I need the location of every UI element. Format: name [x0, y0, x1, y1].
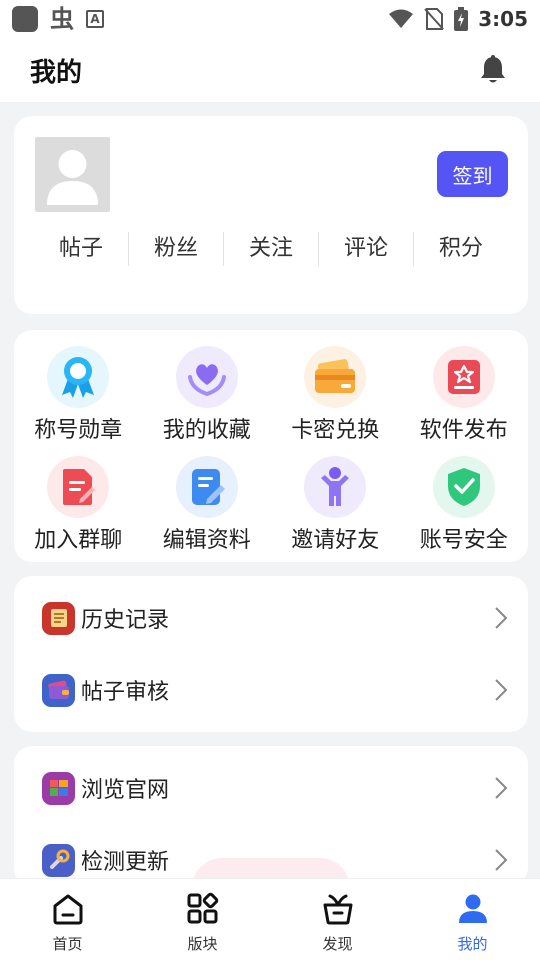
chevron-right-icon [495, 679, 508, 701]
home-icon [50, 891, 86, 927]
profile-stats: 帖子 粉丝 关注 评论 积分 [34, 232, 508, 266]
feature-title-medal[interactable]: 称号勋章 [14, 346, 143, 444]
publish-icon [432, 346, 495, 408]
document-icon [47, 456, 110, 518]
wifi-icon [389, 9, 414, 28]
nav-label: 版块 [187, 935, 218, 953]
menu-item-label: 检测更新 [81, 850, 170, 875]
checkin-button[interactable]: 签到 [437, 151, 508, 197]
default-avatar-icon [47, 150, 98, 205]
status-bar: 虫 A 3:05 [0, 0, 540, 38]
discover-icon [320, 891, 356, 927]
menu-item-label: 历史记录 [81, 608, 170, 633]
update-icon [42, 843, 75, 877]
feature-label: 账号安全 [419, 528, 508, 553]
menu-item-post-review[interactable]: 帖子审核 [14, 654, 528, 726]
stat-comments[interactable]: 评论 [318, 232, 413, 266]
feature-label: 加入群聊 [34, 528, 123, 553]
bug-notification-icon: 虫 [50, 5, 74, 33]
chevron-right-icon [495, 777, 508, 799]
no-sim-icon [424, 8, 444, 30]
feature-card-redeem[interactable]: 卡密兑换 [271, 346, 400, 444]
card-icon [304, 346, 367, 408]
feature-grid-card: 称号勋章 我的收藏 卡密兑换 软件发布 加入群聊 编辑资料 邀请好友 账号安全 [14, 330, 528, 562]
nav-discover[interactable]: 发现 [270, 879, 405, 960]
page-title: 我的 [30, 57, 83, 88]
battery-charging-icon [454, 7, 469, 31]
user-icon [455, 891, 491, 927]
profile-card: 签到 帖子 粉丝 关注 评论 积分 [14, 116, 528, 314]
feature-label: 邀请好友 [291, 528, 380, 553]
stat-posts[interactable]: 帖子 [34, 232, 128, 266]
app-header: 我的 [0, 38, 540, 102]
website-icon [42, 771, 75, 805]
feature-label: 我的收藏 [162, 418, 251, 443]
person-icon [304, 456, 367, 518]
nav-home[interactable]: 首页 [0, 879, 135, 960]
blocks-icon [185, 891, 221, 927]
feature-publish-software[interactable]: 软件发布 [400, 346, 529, 444]
clock-time: 3:05 [478, 7, 528, 31]
feature-label: 编辑资料 [162, 528, 251, 553]
menu-item-label: 浏览官网 [81, 778, 170, 803]
chevron-right-icon [495, 607, 508, 629]
feature-account-security[interactable]: 账号安全 [400, 456, 529, 554]
history-icon [42, 601, 75, 635]
app-notification-icon [12, 6, 38, 32]
notification-bell-button[interactable] [476, 53, 510, 87]
stat-points[interactable]: 积分 [413, 232, 508, 266]
nav-label: 发现 [322, 935, 353, 953]
feature-invite-friends[interactable]: 邀请好友 [271, 456, 400, 554]
medal-icon [47, 346, 110, 408]
feature-grid: 称号勋章 我的收藏 卡密兑换 软件发布 加入群聊 编辑资料 邀请好友 账号安全 [14, 346, 528, 554]
menu-item-history[interactable]: 历史记录 [14, 582, 528, 654]
feature-join-group[interactable]: 加入群聊 [14, 456, 143, 554]
feature-label: 称号勋章 [34, 418, 123, 443]
nav-label: 首页 [52, 935, 83, 953]
nav-sections[interactable]: 版块 [135, 879, 270, 960]
menu-item-website[interactable]: 浏览官网 [14, 752, 528, 824]
text-notification-icon: A [86, 10, 104, 28]
shield-check-icon [432, 456, 495, 518]
bottom-nav: 首页 版块 发现 我的 [0, 878, 540, 960]
bell-icon [481, 55, 505, 83]
edit-icon [175, 456, 238, 518]
menu-item-label: 帖子审核 [81, 680, 170, 705]
nav-profile[interactable]: 我的 [405, 879, 540, 960]
stat-following[interactable]: 关注 [223, 232, 318, 266]
wallet-icon [42, 673, 75, 707]
chevron-right-icon [495, 849, 508, 871]
feature-label: 卡密兑换 [291, 418, 380, 443]
feature-label: 软件发布 [419, 418, 508, 443]
nav-label: 我的 [457, 935, 488, 953]
menu-list-1: 历史记录 帖子审核 [14, 576, 528, 732]
avatar[interactable] [35, 137, 110, 212]
heart-hands-icon [175, 346, 238, 408]
feature-edit-profile[interactable]: 编辑资料 [143, 456, 272, 554]
stat-fans[interactable]: 粉丝 [128, 232, 223, 266]
feature-favorites[interactable]: 我的收藏 [143, 346, 272, 444]
